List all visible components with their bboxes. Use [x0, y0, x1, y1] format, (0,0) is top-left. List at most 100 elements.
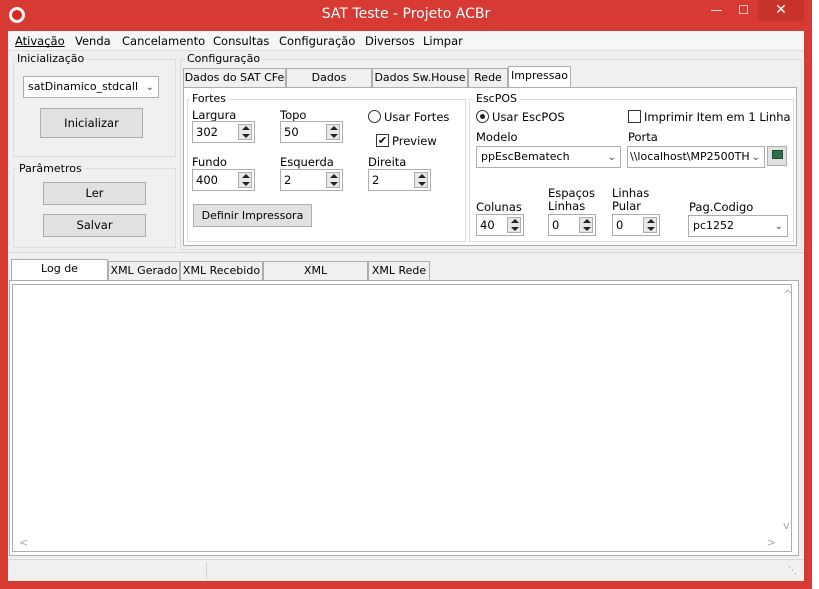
spin-arrows-icon[interactable] [507, 217, 521, 233]
library-select[interactable]: satDinamico_stdcall ⌄ [23, 76, 159, 98]
tab-impressao[interactable]: Impressao [508, 66, 571, 88]
topo-spin[interactable]: 50 [280, 121, 343, 143]
spin-arrows-icon[interactable] [326, 172, 340, 188]
scroll-up-icon[interactable]: ^ [783, 288, 792, 301]
tab-rede[interactable]: Rede [468, 68, 508, 88]
largura-label: Largura [192, 108, 237, 122]
tab-dados-sat-cfe[interactable]: Dados do SAT CFe [183, 68, 286, 88]
modelo-value: ppEscBematech [481, 150, 570, 163]
initialize-button[interactable]: Inicializar [40, 108, 143, 138]
linhas-pular-label: Linhas Pular [612, 186, 650, 213]
topo-label: Topo [280, 108, 307, 122]
menu-limpar[interactable]: Limpar [423, 34, 463, 48]
preview-checkbox[interactable]: ✔ [376, 134, 389, 147]
colunas-spin[interactable]: 40 [476, 214, 524, 236]
fortes-label: Fortes [190, 92, 228, 105]
close-button[interactable]: ✕ [758, 0, 804, 21]
porta-value: \\localhost\MP2500TH [630, 150, 750, 163]
largura-value: 302 [196, 125, 218, 139]
menu-consultas[interactable]: Consultas [213, 34, 269, 48]
escpos-label: EscPOS [474, 92, 520, 105]
tab-xml-cancelamento[interactable]: XML Cancelamento [263, 261, 368, 295]
minimize-button[interactable]: — [703, 0, 730, 21]
espacos-linhas-label: Espaços Linhas [548, 186, 595, 213]
direita-spin[interactable]: 2 [368, 169, 431, 191]
espacos-linhas-spin[interactable]: 0 [548, 214, 596, 236]
imprimir-item-checkbox[interactable] [628, 110, 641, 123]
spin-arrows-icon[interactable] [238, 124, 252, 140]
spin-arrows-icon[interactable] [643, 217, 657, 233]
printer-icon [772, 150, 783, 159]
fundo-spin[interactable]: 400 [192, 169, 255, 191]
menu-venda[interactable]: Venda [75, 34, 111, 48]
splitter[interactable] [8, 252, 804, 253]
scroll-right-icon[interactable]: > [767, 536, 776, 549]
save-button[interactable]: Salvar [43, 214, 146, 237]
usar-fortes-label: Usar Fortes [384, 110, 450, 124]
pagcodigo-label: Pag.Codigo [689, 200, 754, 214]
menu-diversos[interactable]: Diversos [365, 34, 415, 48]
tab-xml-rede[interactable]: XML Rede [368, 261, 430, 281]
menu-bar: Ativação Venda Cancelamento Consultas Co… [8, 31, 804, 51]
library-select-value: satDinamico_stdcall [28, 80, 138, 93]
chevron-down-icon: ⌄ [774, 221, 783, 232]
fundo-value: 400 [196, 173, 218, 187]
modelo-select[interactable]: ppEscBematech ⌄ [476, 146, 621, 168]
esquerda-spin[interactable]: 2 [280, 169, 343, 191]
preview-label: Preview [392, 134, 437, 148]
tab-log-comandos[interactable]: Log de Comandos [11, 259, 108, 293]
spin-arrows-icon[interactable] [579, 217, 593, 233]
inicializacao-label: Inicialização [15, 52, 87, 65]
scroll-left-icon[interactable]: < [19, 536, 28, 549]
usar-escpos-radio[interactable] [476, 110, 489, 123]
porta-select[interactable]: \\localhost\MP2500TH ⌄ [627, 146, 765, 168]
direita-value: 2 [372, 173, 380, 187]
spin-arrows-icon[interactable] [326, 124, 340, 140]
pagcodigo-value: pc1252 [693, 219, 735, 232]
window-title: SAT Teste - Projeto ACBr [321, 6, 491, 22]
linhas-pular-spin[interactable]: 0 [612, 214, 660, 236]
maximize-button[interactable]: ☐ [730, 0, 757, 21]
window-frame-right [804, 31, 812, 589]
tab-xml-recebido[interactable]: XML Recebido [180, 261, 263, 281]
chevron-down-icon: ⌄ [751, 152, 760, 163]
status-divider [206, 562, 207, 579]
pagcodigo-select[interactable]: pc1252 ⌄ [688, 215, 788, 237]
resize-grip-icon[interactable]: ⋱ [788, 566, 797, 576]
spin-arrows-icon[interactable] [414, 172, 428, 188]
chevron-down-icon: ⌄ [145, 82, 154, 93]
esquerda-label: Esquerda [280, 155, 334, 169]
espacos-linhas-value: 0 [552, 218, 560, 232]
imprimir-item-label: Imprimir Item em 1 Linha [644, 110, 791, 124]
esquerda-value: 2 [284, 173, 292, 187]
menu-cancelamento[interactable]: Cancelamento [122, 34, 205, 48]
scroll-down-icon[interactable]: v [783, 519, 790, 532]
largura-spin[interactable]: 302 [192, 121, 255, 143]
spin-arrows-icon[interactable] [238, 172, 252, 188]
window-frame-left [0, 31, 8, 589]
porta-label: Porta [628, 130, 658, 144]
window-frame-bottom [0, 581, 812, 589]
status-bar: ⋱ [8, 559, 804, 581]
menu-ativacao[interactable]: Ativação [15, 34, 65, 48]
linhas-pular-value: 0 [616, 218, 624, 232]
tab-xml-gerado[interactable]: XML Gerado [108, 261, 180, 281]
usar-fortes-radio[interactable] [368, 110, 381, 123]
topo-value: 50 [284, 125, 299, 139]
fundo-label: Fundo [192, 155, 227, 169]
read-button[interactable]: Ler [43, 182, 146, 205]
colunas-value: 40 [480, 218, 495, 232]
printer-search-button[interactable] [767, 146, 787, 166]
modelo-label: Modelo [476, 130, 518, 144]
define-printer-button[interactable]: Definir Impressora [193, 204, 312, 227]
direita-label: Direita [368, 155, 407, 169]
menu-configuracao[interactable]: Configuração [279, 34, 355, 48]
usar-escpos-label: Usar EscPOS [492, 110, 565, 124]
tab-dados-sw-house[interactable]: Dados Sw.House [372, 68, 468, 88]
tab-dados-emitente[interactable]: Dados Emitente [286, 68, 372, 102]
chevron-down-icon: ⌄ [607, 152, 616, 163]
colunas-label: Colunas [476, 200, 522, 214]
parametros-label: Parâmetros [17, 162, 84, 175]
configuracao-label: Configuração [185, 52, 263, 65]
log-textarea[interactable]: ^ v < > [12, 284, 792, 552]
